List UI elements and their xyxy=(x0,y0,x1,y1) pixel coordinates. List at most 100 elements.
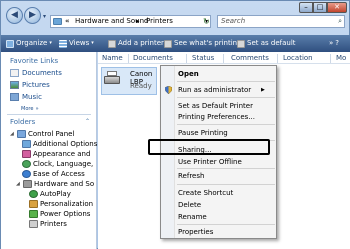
column-separator[interactable] xyxy=(223,54,224,63)
views-label: Views xyxy=(69,39,90,47)
organize-icon xyxy=(6,39,14,48)
column-header-location[interactable]: Location xyxy=(283,54,313,62)
tree-item-label: Control Panel xyxy=(28,130,75,138)
chevron-right-icon: » xyxy=(329,39,334,47)
favorite-links-heading: Favorite Links xyxy=(10,57,59,65)
pane-divider xyxy=(7,114,91,115)
tree-item-label: Printers xyxy=(40,220,67,228)
tree-item-label: Personalization xyxy=(40,200,94,208)
maximize-button[interactable]: □ xyxy=(313,2,327,13)
personalization-icon xyxy=(29,200,38,208)
minimize-button[interactable]: – xyxy=(299,2,313,13)
tree-item-ease-of-access[interactable]: Ease of Access xyxy=(22,170,85,178)
toolbar-overflow-button[interactable]: » ? xyxy=(329,38,339,49)
column-separator[interactable] xyxy=(330,54,331,63)
tree-item-label: Appearance and xyxy=(33,150,91,158)
menu-item-create-shortcut[interactable]: Create Shortcut xyxy=(178,189,233,197)
forward-button[interactable]: ▶ xyxy=(24,7,41,24)
menu-item-rename[interactable]: Rename xyxy=(178,213,207,221)
favorite-link-label: Documents xyxy=(22,69,62,77)
tree-item-label: Clock, Language, xyxy=(33,160,94,168)
tree-item-hardware-and-sound[interactable]: ◢ Hardware and So xyxy=(16,180,94,188)
refresh-icon[interactable]: ↻ xyxy=(203,16,215,27)
see-whats-printing-label: See what's printing xyxy=(174,39,242,47)
folder-icon xyxy=(53,18,62,25)
tree-item-additional-options[interactable]: Additional Options xyxy=(22,140,97,148)
clock-icon xyxy=(22,160,31,168)
recent-pages-dropdown[interactable]: ▾ xyxy=(43,13,46,20)
views-button[interactable]: Views ▾ xyxy=(59,38,94,49)
menu-separator xyxy=(177,81,275,82)
favorite-link-documents[interactable]: Documents xyxy=(10,69,62,77)
organize-label: Organize xyxy=(16,39,48,47)
column-header-status[interactable]: Status xyxy=(192,54,214,62)
breadcrumb-printers[interactable]: Printers xyxy=(146,16,173,27)
menu-item-printing-preferences[interactable]: Printing Preferences... xyxy=(178,113,255,121)
ease-of-access-icon xyxy=(22,170,31,178)
column-header-row: Name Documents Status Comments Location … xyxy=(98,52,350,64)
menu-item-properties[interactable]: Properties xyxy=(178,228,213,236)
menu-item-refresh[interactable]: Refresh xyxy=(178,172,204,180)
tree-item-label: Hardware and So xyxy=(34,180,95,188)
tree-item-control-panel[interactable]: ◢ Control Panel xyxy=(10,130,74,138)
menu-item-pause-printing[interactable]: Pause Printing xyxy=(178,129,228,137)
organize-button[interactable]: Organize ▾ xyxy=(6,38,52,49)
column-header-documents[interactable]: Documents xyxy=(133,54,173,62)
menu-item-set-as-default-printer[interactable]: Set as Default Printer xyxy=(178,102,253,110)
address-bar[interactable]: « Hardware and Sound ▸ Printers ▾ xyxy=(50,15,211,28)
navigation-pane: Favorite Links Documents Pictures Music … xyxy=(1,52,97,249)
column-separator[interactable] xyxy=(186,54,187,63)
uac-shield-icon xyxy=(165,86,172,94)
tree-item-power-options[interactable]: Power Options xyxy=(29,210,90,218)
menu-separator xyxy=(177,124,275,125)
back-button[interactable]: ◀ xyxy=(6,7,23,24)
printer-item[interactable]: Canon LBP Ready xyxy=(101,67,157,95)
tree-item-autoplay[interactable]: AutoPlay xyxy=(29,190,71,198)
additional-options-icon xyxy=(22,140,31,148)
appearance-icon xyxy=(22,150,31,158)
tree-item-printers[interactable]: Printers xyxy=(29,220,67,228)
more-links-button[interactable]: More » xyxy=(21,104,39,112)
breadcrumb-separator-icon[interactable]: ▸ xyxy=(136,16,140,27)
chevron-up-icon[interactable]: ⌃ xyxy=(85,118,90,125)
menu-separator xyxy=(177,97,275,98)
favorite-link-music[interactable]: Music xyxy=(10,93,42,101)
column-header-name[interactable]: Name xyxy=(102,54,123,62)
breadcrumb-overflow[interactable]: « xyxy=(65,16,70,27)
column-header-model[interactable]: Mo xyxy=(336,54,346,62)
add-printer-icon xyxy=(108,39,116,48)
column-separator[interactable] xyxy=(277,54,278,63)
set-as-default-label: Set as default xyxy=(247,39,296,47)
help-icon[interactable]: ? xyxy=(335,38,339,49)
menu-item-open[interactable]: Open xyxy=(178,70,199,78)
tree-item-appearance[interactable]: Appearance and xyxy=(22,150,90,158)
column-header-comments[interactable]: Comments xyxy=(231,54,269,62)
close-button[interactable]: ✕ xyxy=(327,2,347,13)
column-separator[interactable] xyxy=(128,54,129,63)
menu-item-run-as-administrator[interactable]: Run as administrator xyxy=(178,86,251,94)
command-bar: Organize ▾ Views ▾ Add a printer See wha… xyxy=(1,35,350,52)
favorite-link-pictures[interactable]: Pictures xyxy=(10,81,50,89)
submenu-arrow-icon: ▶ xyxy=(261,87,265,93)
add-printer-button[interactable]: Add a printer xyxy=(108,38,164,49)
add-printer-label: Add a printer xyxy=(118,39,164,47)
menu-item-use-printer-offline[interactable]: Use Printer Offline xyxy=(178,158,242,166)
search-icon[interactable]: ⌕ xyxy=(338,16,342,27)
tree-item-label: Ease of Access xyxy=(33,170,85,178)
tree-item-personalization[interactable]: Personalization xyxy=(29,200,93,208)
tree-item-label: Additional Options xyxy=(33,140,98,148)
printers-icon xyxy=(29,220,38,228)
search-input[interactable]: Search ⌕ xyxy=(217,15,345,28)
see-whats-printing-button[interactable]: See what's printing xyxy=(164,38,242,49)
menu-item-delete[interactable]: Delete xyxy=(178,201,201,209)
power-options-icon xyxy=(29,210,38,218)
folders-heading[interactable]: Folders xyxy=(10,118,35,126)
tree-item-label: Power Options xyxy=(40,210,91,218)
collapse-arrow-icon[interactable]: ◢ xyxy=(10,131,15,137)
tree-item-clock-language[interactable]: Clock, Language, xyxy=(22,160,93,168)
set-as-default-button[interactable]: Set as default xyxy=(237,38,296,49)
printer-icon xyxy=(104,71,120,86)
print-queue-icon xyxy=(164,39,172,48)
search-placeholder: Search xyxy=(221,17,246,25)
collapse-arrow-icon[interactable]: ◢ xyxy=(16,181,21,187)
